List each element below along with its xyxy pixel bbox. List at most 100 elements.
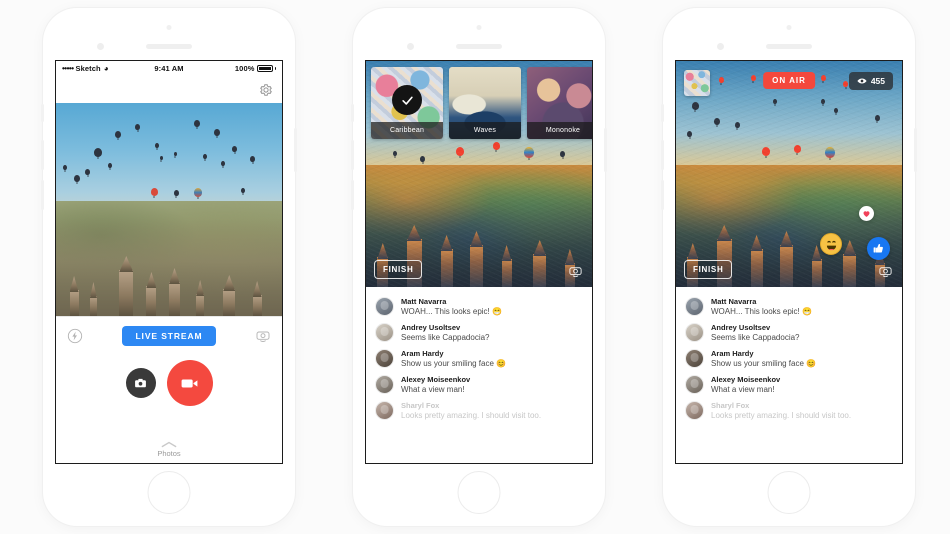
comment-text: Looks pretty amazing. I should visit too… bbox=[711, 411, 852, 420]
check-icon bbox=[392, 85, 422, 115]
list-item[interactable]: Andrey Usoltsev Seems like Cappadocia? bbox=[676, 320, 902, 346]
comment-text: Seems like Cappadocia? bbox=[711, 333, 800, 342]
phone-device-2: Caribbean Waves Mononoke FINISH Matt Nav… bbox=[351, 8, 607, 526]
proximity-sensor-icon bbox=[476, 25, 482, 30]
comment-author: Andrey Usoltsev bbox=[711, 323, 771, 332]
filter-label: Mononoke bbox=[527, 122, 592, 139]
comment-author: Aram Hardy bbox=[711, 349, 754, 358]
eye-icon bbox=[857, 78, 867, 84]
filter-carousel[interactable]: Caribbean Waves Mononoke bbox=[366, 61, 592, 145]
active-filter-thumbnail[interactable] bbox=[684, 70, 710, 96]
balloon-icon bbox=[173, 190, 179, 197]
volume-down-button[interactable] bbox=[351, 180, 354, 210]
comment-text: WOAH... This looks epic! 😁 bbox=[711, 307, 812, 316]
comment-author: Matt Navarra bbox=[401, 297, 447, 306]
comment-text: Show us your smiling face 😊 bbox=[711, 359, 817, 368]
avatar bbox=[685, 323, 704, 342]
rock-spire bbox=[69, 290, 79, 316]
comment-text: Looks pretty amazing. I should visit too… bbox=[401, 411, 542, 420]
viewer-count-badge: 455 bbox=[848, 72, 893, 90]
power-button[interactable] bbox=[294, 128, 297, 172]
list-item[interactable]: Aram Hardy Show us your smiling face 😊 bbox=[676, 346, 902, 372]
phone-device-3: ON AIR 455 FINISH Matt Navarra WOAH... T… bbox=[661, 8, 917, 526]
phone-3-screen: ON AIR 455 FINISH Matt Navarra WOAH... T… bbox=[675, 60, 903, 464]
like-reaction[interactable] bbox=[867, 237, 890, 260]
filter-option-waves[interactable]: Waves bbox=[449, 67, 521, 139]
live-stream-button[interactable]: LIVE STREAM bbox=[122, 326, 216, 346]
rock-spire bbox=[119, 270, 134, 316]
flash-icon[interactable] bbox=[67, 328, 83, 344]
mute-switch[interactable] bbox=[661, 104, 664, 122]
gear-icon[interactable] bbox=[259, 83, 273, 97]
list-item[interactable]: Matt Navarra WOAH... This looks epic! 😁 bbox=[676, 294, 902, 320]
volume-up-button[interactable] bbox=[351, 140, 354, 170]
comment-author: Alexey Moiseenkov bbox=[711, 375, 781, 384]
comment-author: Matt Navarra bbox=[711, 297, 757, 306]
comments-list[interactable]: Matt Navarra WOAH... This looks epic! 😁 … bbox=[366, 287, 592, 424]
comment-text: WOAH... This looks epic! 😁 bbox=[401, 307, 502, 316]
mute-switch[interactable] bbox=[351, 104, 354, 122]
list-item[interactable]: Alexey Moiseenkov What a view man! bbox=[676, 372, 902, 398]
home-button[interactable] bbox=[457, 471, 501, 514]
list-item[interactable]: Aram Hardy Show us your smiling face 😊 bbox=[366, 346, 592, 372]
earpiece-speaker bbox=[456, 44, 502, 49]
list-item[interactable]: Andrey Usoltsev Seems like Cappadocia? bbox=[366, 320, 592, 346]
laugh-reaction[interactable] bbox=[820, 233, 842, 255]
battery-percent-label: 100% bbox=[234, 64, 255, 73]
proximity-sensor-icon bbox=[166, 25, 172, 30]
power-button[interactable] bbox=[914, 128, 917, 172]
live-video-preview[interactable]: Caribbean Waves Mononoke FINISH bbox=[366, 61, 592, 287]
balloon-icon bbox=[193, 188, 202, 198]
chevron-up-icon bbox=[161, 441, 177, 448]
filter-option-mononoke[interactable]: Mononoke bbox=[527, 67, 592, 139]
flip-camera-icon[interactable] bbox=[568, 264, 583, 279]
front-camera-icon bbox=[717, 43, 724, 50]
battery-cap-icon bbox=[274, 67, 276, 70]
photos-tray[interactable]: Photos bbox=[56, 441, 282, 458]
power-button[interactable] bbox=[604, 128, 607, 172]
screenshot-stage: ••••• Sketch ◕ 9:41 AM 100% LIVE STREAM … bbox=[0, 0, 950, 534]
live-broadcast-preview[interactable]: ON AIR 455 FINISH bbox=[676, 61, 902, 287]
viewer-count-label: 455 bbox=[870, 76, 885, 86]
mute-switch[interactable] bbox=[41, 104, 44, 122]
balloon-icon bbox=[220, 160, 225, 166]
home-button[interactable] bbox=[147, 471, 191, 514]
balloon-icon bbox=[107, 162, 112, 168]
status-bar: ••••• Sketch ◕ 9:41 AM 100% bbox=[56, 61, 282, 76]
comment-text: Show us your smiling face 😊 bbox=[401, 359, 507, 368]
list-item[interactable]: Matt Navarra WOAH... This looks epic! 😁 bbox=[366, 294, 592, 320]
flip-camera-icon[interactable] bbox=[878, 264, 893, 279]
finish-button[interactable]: FINISH bbox=[374, 260, 423, 279]
home-button[interactable] bbox=[767, 471, 811, 514]
avatar bbox=[375, 297, 394, 316]
phone-1-screen: ••••• Sketch ◕ 9:41 AM 100% LIVE STREAM … bbox=[55, 60, 283, 464]
list-item[interactable]: Sharyl Fox Looks pretty amazing. I shoul… bbox=[366, 398, 592, 424]
heart-reaction[interactable] bbox=[859, 206, 874, 221]
rock-spire bbox=[169, 282, 180, 316]
volume-down-button[interactable] bbox=[41, 180, 44, 210]
comments-list[interactable]: Matt Navarra WOAH... This looks epic! 😁 … bbox=[676, 287, 902, 424]
comment-text: Seems like Cappadocia? bbox=[401, 333, 490, 342]
rock-spire bbox=[223, 289, 236, 316]
filter-option-caribbean[interactable]: Caribbean bbox=[371, 67, 443, 139]
camera-preview-photo[interactable] bbox=[56, 103, 282, 316]
list-item[interactable]: Sharyl Fox Looks pretty amazing. I shoul… bbox=[676, 398, 902, 424]
volume-down-button[interactable] bbox=[661, 180, 664, 210]
volume-up-button[interactable] bbox=[41, 140, 44, 170]
finish-button[interactable]: FINISH bbox=[684, 260, 733, 279]
status-badge: ON AIR bbox=[763, 72, 815, 89]
earpiece-speaker bbox=[146, 44, 192, 49]
phone-device-1: ••••• Sketch ◕ 9:41 AM 100% LIVE STREAM … bbox=[41, 8, 297, 526]
balloon-icon bbox=[62, 164, 67, 170]
camera-icon bbox=[135, 378, 146, 387]
list-item[interactable]: Alexey Moiseenkov What a view man! bbox=[366, 372, 592, 398]
video-record-button[interactable] bbox=[166, 360, 213, 406]
flip-camera-icon[interactable] bbox=[255, 328, 271, 344]
earpiece-speaker bbox=[766, 44, 812, 49]
avatar bbox=[375, 349, 394, 368]
photo-capture-button[interactable] bbox=[125, 368, 156, 398]
clock-label: 9:41 AM bbox=[154, 64, 184, 73]
rock-spire bbox=[252, 295, 262, 316]
filter-label: Caribbean bbox=[371, 122, 443, 139]
volume-up-button[interactable] bbox=[661, 140, 664, 170]
